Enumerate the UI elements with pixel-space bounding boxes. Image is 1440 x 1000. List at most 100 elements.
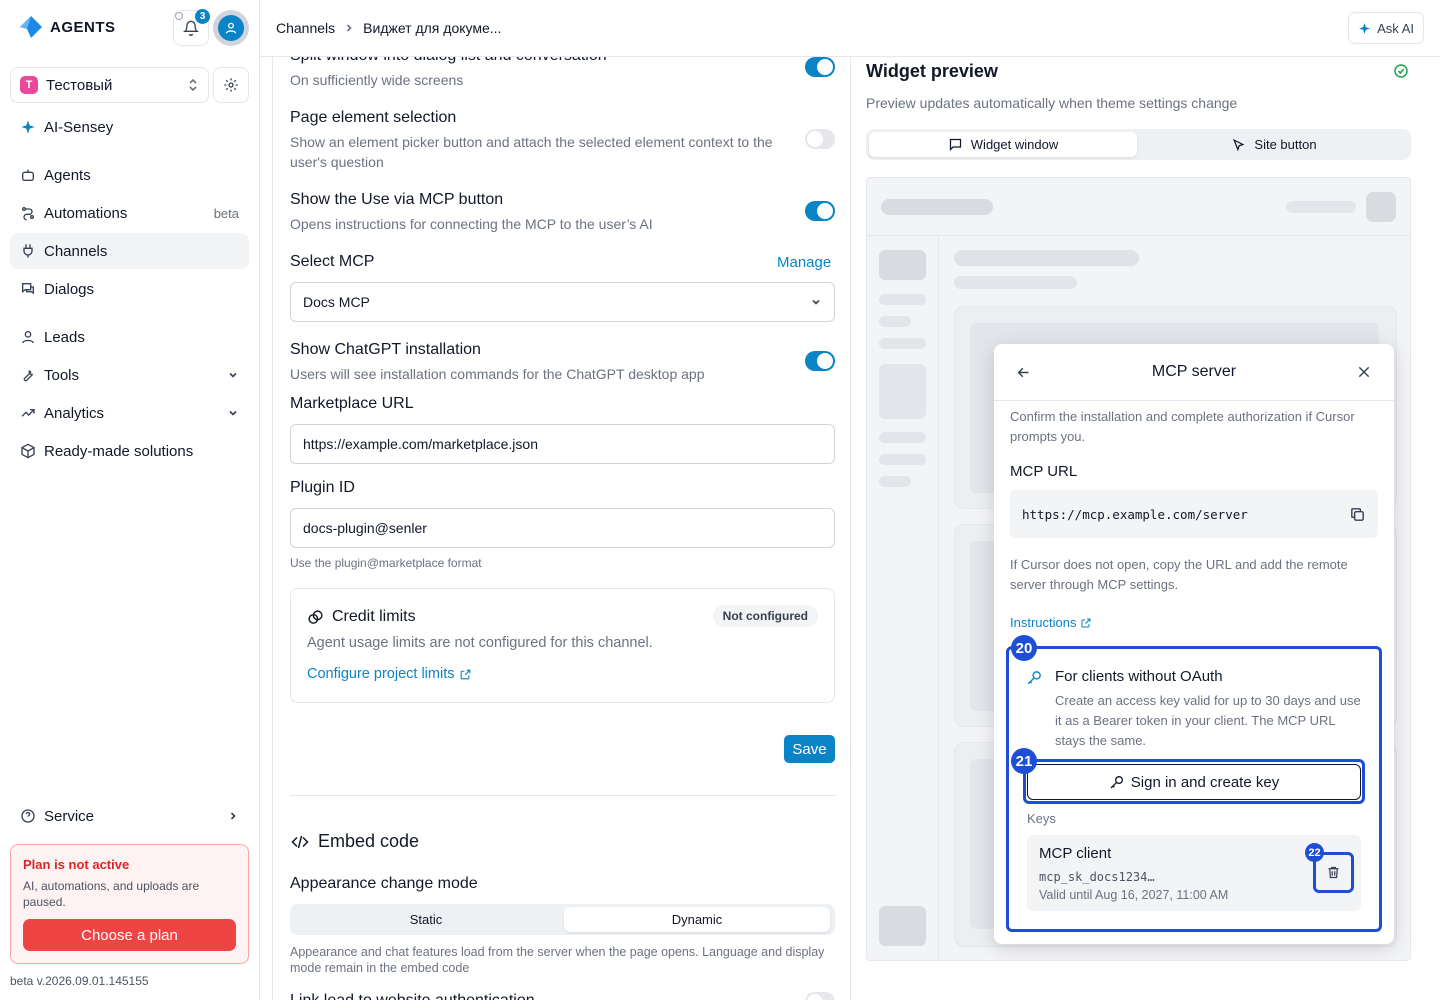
mcp-url-value: https://mcp.example.com/server <box>1022 506 1248 522</box>
widget-preview-title: Widget preview <box>866 61 998 81</box>
sidebar-item-leads[interactable]: Leads <box>10 319 249 355</box>
choose-plan-button[interactable]: Choose a plan <box>23 919 236 951</box>
project-settings-button[interactable] <box>213 67 249 103</box>
sidebar-item-label: Automations <box>44 204 128 222</box>
marker-21: 21 <box>1011 748 1037 774</box>
breadcrumb-current: Виджет для докуме... <box>363 20 502 36</box>
save-button[interactable]: Save <box>784 735 835 763</box>
status-dot <box>175 12 183 20</box>
project-name: Тестовый <box>46 76 113 94</box>
skeleton-line <box>879 294 926 305</box>
configure-limits-link[interactable]: Configure project limits <box>307 666 472 682</box>
dialog-title: MCP server <box>1151 363 1237 380</box>
link-lead-toggle[interactable] <box>805 992 835 1000</box>
oauth-text: Create an access key valid for up to 30 … <box>1055 693 1361 748</box>
beta-badge: beta <box>213 205 239 221</box>
split-window-title: Split window into dialog list and conver… <box>290 57 607 65</box>
tab-widget-window[interactable]: Widget window <box>869 132 1137 157</box>
sidebar-item-agents[interactable]: Agents <box>10 157 249 193</box>
instructions-label: Instructions <box>1010 615 1077 630</box>
box-icon <box>21 443 35 459</box>
chatgpt-toggle[interactable] <box>805 351 835 371</box>
mcp-url-label: MCP URL <box>1010 463 1078 480</box>
appearance-dynamic-option[interactable]: Dynamic <box>564 907 830 932</box>
project-selector[interactable]: T Тестовый <box>10 67 209 103</box>
sidebar-item-label: Ready-made solutions <box>44 442 194 460</box>
sidebar-item-label: Channels <box>44 242 108 260</box>
key-icon <box>1027 671 1041 685</box>
split-window-subtitle: On sufficiently wide screens <box>290 72 464 88</box>
mcp-button-toggle[interactable] <box>805 201 835 221</box>
breadcrumb-channels[interactable]: Channels <box>276 20 335 36</box>
skeleton-line <box>879 338 926 349</box>
skeleton-bar <box>881 199 993 215</box>
appearance-static-option[interactable]: Static <box>293 907 559 932</box>
appearance-mode-label: Appearance change mode <box>290 875 478 892</box>
tab-widget-window-label: Widget window <box>970 137 1059 152</box>
sign-in-create-key-button[interactable]: Sign in and create key <box>1027 764 1361 800</box>
external-link-icon <box>461 669 471 679</box>
chevron-down-icon <box>229 372 237 378</box>
sidebar-item-ai-sensey[interactable]: AI-Sensey <box>10 109 249 145</box>
widget-preview-subtitle: Preview updates automatically when theme… <box>866 95 1238 111</box>
close-icon[interactable] <box>1356 364 1372 380</box>
plugin-id-input[interactable]: docs-plugin@senler <box>290 508 835 548</box>
split-window-toggle[interactable] <box>805 57 835 77</box>
link-lead-title: Link lead to website authentication <box>290 992 535 1000</box>
preview-mode-switch: Widget window Site button <box>866 129 1411 160</box>
skeleton-line <box>879 476 911 487</box>
plan-warning-text: AI, automations, and uploads are paused. <box>23 879 200 909</box>
coins-icon <box>308 610 323 624</box>
sidebar-item-ready-made[interactable]: Ready-made solutions <box>10 433 249 469</box>
key-validity: Valid until Aug 16, 2027, 11:00 AM <box>1039 888 1229 902</box>
sidebar: AGENTS 3 T Тестовый AI-Sensey Agents Aut… <box>0 0 260 1000</box>
person-icon <box>22 331 34 344</box>
copy-icon[interactable] <box>1349 506 1366 523</box>
top-bar: Channels Виджет для докуме... Ask AI <box>260 0 1440 57</box>
sidebar-item-automations[interactable]: Automations beta <box>10 195 249 231</box>
appearance-mode-switch: Static Dynamic <box>290 904 835 935</box>
sidebar-item-tools[interactable]: Tools <box>10 357 249 393</box>
sidebar-item-label: Service <box>44 807 95 825</box>
key-icon <box>1110 776 1123 789</box>
chatgpt-subtitle: Users will see installation commands for… <box>290 366 705 382</box>
skeleton-bar <box>954 250 1139 266</box>
settings-panel: Split window into dialog list and conver… <box>272 57 851 1000</box>
mcp-url-field: https://mcp.example.com/server <box>1010 490 1378 538</box>
bell-icon <box>183 20 199 36</box>
marker-20: 20 <box>1011 635 1037 661</box>
page-selection-title: Page element selection <box>290 109 457 126</box>
user-avatar-button[interactable] <box>213 10 249 46</box>
sign-in-label: Sign in and create key <box>1130 773 1280 791</box>
instructions-link[interactable]: Instructions <box>1010 615 1092 630</box>
tab-site-button[interactable]: Site button <box>1140 132 1408 157</box>
breadcrumb: Channels Виджет для докуме... <box>276 20 501 36</box>
configure-limits-label: Configure project limits <box>307 666 455 682</box>
manage-link[interactable]: Manage <box>777 254 831 271</box>
notification-count-badge: 3 <box>195 9 210 24</box>
mcp-button-title: Show the Use via MCP button <box>290 191 504 208</box>
plan-warning: Plan is not active AI, automations, and … <box>10 844 249 964</box>
dialog-header: MCP server <box>994 344 1394 401</box>
skeleton-line <box>879 316 911 327</box>
logo-text: AGENTS <box>50 18 116 36</box>
chevron-updown-icon <box>189 78 197 92</box>
plan-warning-title: Plan is not active <box>23 857 130 872</box>
app-logo[interactable]: AGENTS <box>18 14 116 40</box>
select-mcp-label: Select MCP <box>290 253 375 270</box>
marketplace-url-input[interactable]: https://example.com/marketplace.json <box>290 424 835 464</box>
sidebar-item-channels[interactable]: Channels <box>10 233 249 269</box>
mcp-select[interactable]: Docs MCP <box>290 282 835 322</box>
page-selection-toggle[interactable] <box>805 129 835 149</box>
sidebar-item-service[interactable]: Service <box>10 798 249 834</box>
check-circle-icon <box>1394 64 1408 78</box>
plug-icon <box>23 244 33 258</box>
external-link-icon <box>1081 618 1091 627</box>
preview-canvas: MCP server Confirm the installation and … <box>866 177 1411 961</box>
ask-ai-button[interactable]: Ask AI <box>1348 12 1424 44</box>
key-name: MCP client <box>1039 845 1112 862</box>
sidebar-item-analytics[interactable]: Analytics <box>10 395 249 431</box>
sidebar-item-dialogs[interactable]: Dialogs <box>10 271 249 307</box>
page-selection-subtitle: Show an element picker button and attach… <box>290 134 773 170</box>
message-square-icon <box>949 138 961 152</box>
